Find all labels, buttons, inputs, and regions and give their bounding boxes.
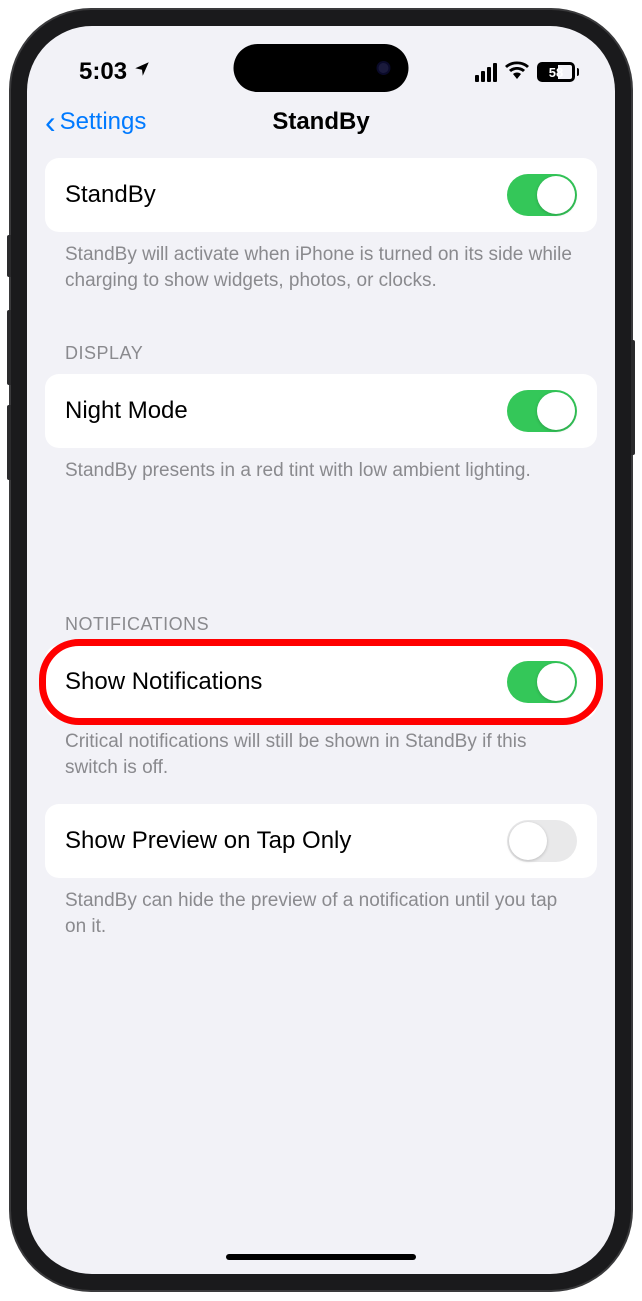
section-notifications: NOTIFICATIONS Show Notifications Critica…	[45, 604, 597, 964]
cellular-signal-icon	[475, 63, 497, 82]
dynamic-island	[234, 44, 409, 92]
battery-percent: 58	[549, 65, 563, 80]
chevron-back-icon: ‹	[45, 106, 56, 138]
page-title: StandBy	[272, 108, 369, 136]
spacer	[45, 524, 597, 604]
status-time: 5:03	[79, 58, 127, 86]
show-preview-toggle[interactable]	[507, 820, 577, 862]
standby-label: StandBy	[65, 181, 156, 209]
toggle-knob	[537, 663, 575, 701]
night-mode-cell[interactable]: Night Mode	[45, 374, 597, 448]
show-preview-label: Show Preview on Tap Only	[65, 827, 351, 855]
power-button	[631, 340, 635, 455]
screen: 5:03	[27, 26, 615, 1274]
show-notifications-cell[interactable]: Show Notifications	[45, 645, 597, 719]
toggle-knob	[537, 176, 575, 214]
show-preview-cell[interactable]: Show Preview on Tap Only	[45, 804, 597, 878]
status-right: 58	[475, 59, 579, 85]
wifi-icon	[505, 59, 529, 85]
phone-frame: 5:03	[11, 10, 631, 1290]
show-notifications-label: Show Notifications	[65, 668, 262, 696]
nav-bar: ‹ Settings StandBy	[27, 96, 615, 158]
show-notifications-footer: Critical notifications will still be sho…	[45, 719, 597, 804]
camera-dot	[377, 61, 391, 75]
notifications-header: NOTIFICATIONS	[45, 604, 597, 645]
show-preview-footer: StandBy can hide the preview of a notifi…	[45, 878, 597, 963]
toggle-knob	[537, 392, 575, 430]
home-indicator[interactable]	[226, 1254, 416, 1260]
show-notifications-toggle[interactable]	[507, 661, 577, 703]
location-icon	[133, 60, 151, 84]
section-standby: StandBy StandBy will activate when iPhon…	[45, 158, 597, 317]
back-button[interactable]: ‹ Settings	[45, 106, 146, 138]
display-header: DISPLAY	[45, 333, 597, 374]
status-left: 5:03	[79, 58, 151, 86]
standby-toggle[interactable]	[507, 174, 577, 216]
display-footer: StandBy presents in a red tint with low …	[45, 448, 597, 508]
volume-down-button	[7, 405, 11, 480]
night-mode-label: Night Mode	[65, 397, 188, 425]
content-area: StandBy StandBy will activate when iPhon…	[27, 158, 615, 963]
night-mode-toggle[interactable]	[507, 390, 577, 432]
battery-icon: 58	[537, 62, 579, 82]
standby-footer: StandBy will activate when iPhone is tur…	[45, 232, 597, 317]
standby-cell[interactable]: StandBy	[45, 158, 597, 232]
back-label: Settings	[60, 108, 147, 136]
volume-up-button	[7, 310, 11, 385]
section-display: DISPLAY Night Mode StandBy presents in a…	[45, 333, 597, 508]
mute-switch	[7, 235, 11, 277]
toggle-knob	[509, 822, 547, 860]
